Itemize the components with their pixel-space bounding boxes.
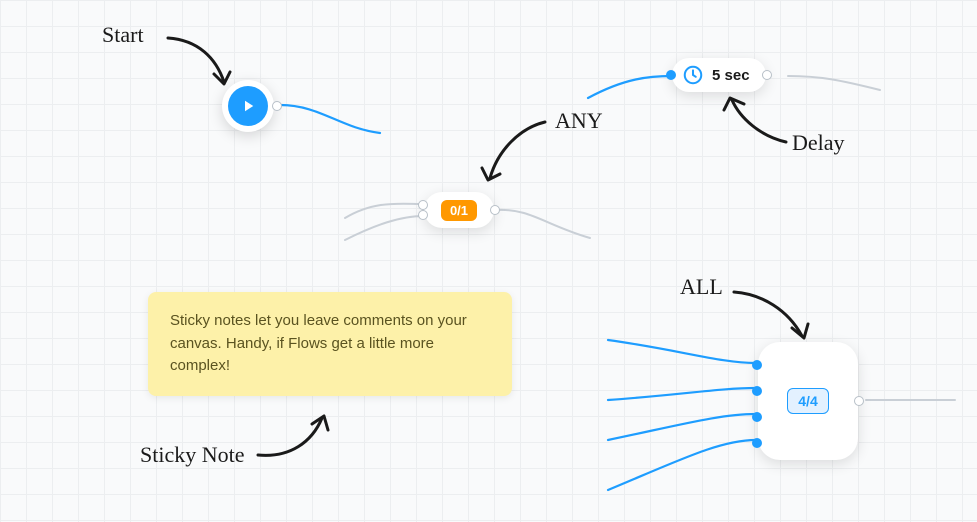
any-label: ANY	[555, 108, 603, 134]
gate-badge-all: 4/4	[787, 388, 828, 414]
flow-canvas[interactable]: .wire-blue{stroke:#1e9dff;stroke-width:2…	[0, 0, 977, 522]
play-icon	[228, 86, 268, 126]
clock-icon	[682, 64, 704, 86]
gate-badge-any: 0/1	[441, 200, 477, 221]
start-node[interactable]	[222, 80, 274, 132]
delay-value: 5 sec	[712, 67, 750, 84]
sticky-text: Sticky notes let you leave comments on y…	[170, 312, 467, 374]
output-port[interactable]	[490, 205, 500, 215]
output-port[interactable]	[854, 396, 864, 406]
sticky-note[interactable]: Sticky notes let you leave comments on y…	[148, 292, 512, 396]
start-label: Start	[102, 22, 144, 48]
all-gate-node[interactable]: 4/4	[758, 342, 858, 460]
input-port[interactable]	[666, 70, 676, 80]
input-port[interactable]	[418, 210, 428, 220]
output-port[interactable]	[762, 70, 772, 80]
sticky-note-label: Sticky Note	[140, 442, 245, 468]
any-gate-node[interactable]: 0/1	[424, 192, 494, 228]
input-port[interactable]	[752, 412, 762, 422]
output-port[interactable]	[272, 101, 282, 111]
all-label: ALL	[680, 274, 723, 300]
input-port[interactable]	[752, 360, 762, 370]
input-port[interactable]	[752, 386, 762, 396]
input-port[interactable]	[752, 438, 762, 448]
delay-label: Delay	[792, 130, 845, 156]
delay-node[interactable]: 5 sec	[672, 58, 766, 92]
input-port[interactable]	[418, 200, 428, 210]
